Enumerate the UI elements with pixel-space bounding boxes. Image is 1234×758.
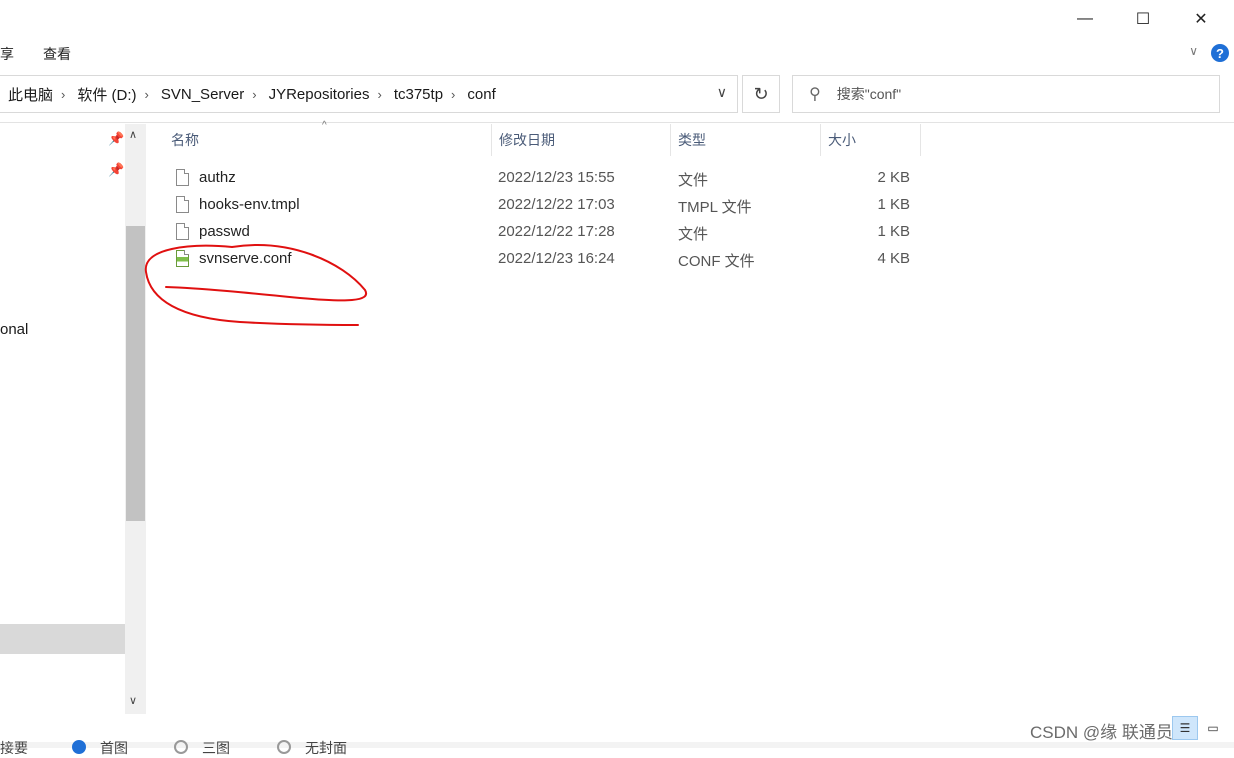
bottom-option-label: 首图 bbox=[100, 740, 128, 756]
ribbon-tab-view[interactable]: 查看 bbox=[43, 44, 71, 64]
chevron-right-icon[interactable]: › bbox=[373, 87, 385, 102]
file-icon bbox=[176, 223, 189, 240]
breadcrumb-jyrepositories[interactable]: JYRepositories bbox=[261, 86, 374, 103]
file-name: authz bbox=[199, 169, 236, 186]
help-icon[interactable]: ? bbox=[1211, 44, 1229, 62]
file-icon bbox=[176, 196, 189, 213]
file-size: 1 KB bbox=[877, 196, 910, 213]
minimize-button[interactable]: — bbox=[1062, 0, 1108, 38]
conf-file-icon bbox=[176, 250, 189, 267]
file-name: passwd bbox=[199, 223, 250, 240]
pin-icon[interactable]: 📌 bbox=[108, 162, 124, 178]
ribbon-tab-share[interactable]: 享 bbox=[0, 44, 14, 64]
radio-button[interactable] bbox=[277, 740, 291, 754]
breadcrumb-drive-d[interactable]: 软件 (D:) bbox=[69, 84, 140, 105]
file-type: TMPL 文件 bbox=[678, 199, 752, 216]
column-divider[interactable] bbox=[920, 124, 921, 156]
maximize-button[interactable]: ☐ bbox=[1120, 0, 1166, 38]
file-type: 文件 bbox=[678, 172, 709, 189]
nav-scrollbar-thumb[interactable] bbox=[126, 226, 145, 521]
toolbar-divider bbox=[0, 122, 1234, 123]
address-bar[interactable]: 此电脑 › 软件 (D:) › SVN_Server › JYRepositor… bbox=[0, 75, 738, 113]
close-button[interactable]: ✕ bbox=[1178, 0, 1224, 38]
bottom-option-label: 三图 bbox=[202, 740, 230, 756]
bottom-option-label: 接要 bbox=[0, 740, 28, 756]
file-size: 4 KB bbox=[877, 250, 910, 267]
refresh-icon: ↻ bbox=[753, 83, 769, 104]
column-header-size[interactable]: 大小 bbox=[820, 124, 920, 156]
radio-button-selected[interactable] bbox=[72, 740, 86, 754]
file-modified: 2022/12/23 15:55 bbox=[498, 169, 615, 186]
breadcrumb-tc375tp[interactable]: tc375tp bbox=[386, 86, 447, 103]
file-type: 文件 bbox=[678, 226, 709, 243]
refresh-button[interactable]: ↻ bbox=[742, 75, 780, 113]
large-icons-view-button[interactable]: ▭ bbox=[1200, 716, 1226, 740]
details-view-icon: ☰ bbox=[1179, 721, 1191, 735]
chevron-right-icon[interactable]: › bbox=[57, 87, 69, 102]
nav-item-partial[interactable]: onal bbox=[0, 321, 28, 338]
file-size: 2 KB bbox=[877, 169, 910, 186]
scroll-up-icon[interactable]: ∧ bbox=[129, 128, 137, 141]
file-type: CONF 文件 bbox=[678, 253, 755, 270]
column-header-type[interactable]: 类型 bbox=[670, 124, 820, 156]
file-icon bbox=[176, 169, 189, 186]
breadcrumb-conf[interactable]: conf bbox=[459, 86, 499, 103]
file-modified: 2022/12/22 17:28 bbox=[498, 223, 615, 240]
scroll-down-icon[interactable]: ∨ bbox=[129, 694, 137, 707]
search-input[interactable] bbox=[834, 85, 1179, 103]
file-row-hooks-env[interactable]: hooks-env.tmpl 2022/12/22 17:03 TMPL 文件 … bbox=[162, 192, 920, 219]
column-header-name[interactable]: 名称 bbox=[163, 124, 491, 156]
search-icon: ⚲ bbox=[809, 86, 821, 103]
radio-button[interactable] bbox=[174, 740, 188, 754]
file-row-authz[interactable]: authz 2022/12/23 15:55 文件 2 KB bbox=[162, 165, 920, 192]
chevron-right-icon[interactable]: › bbox=[248, 87, 260, 102]
file-name: hooks-env.tmpl bbox=[199, 196, 300, 213]
large-icons-view-icon: ▭ bbox=[1207, 721, 1219, 735]
file-modified: 2022/12/23 16:24 bbox=[498, 250, 615, 267]
chevron-right-icon[interactable]: › bbox=[447, 87, 459, 102]
ribbon-expand-icon[interactable]: ∨ bbox=[1189, 44, 1198, 58]
file-name: svnserve.conf bbox=[199, 250, 292, 267]
details-view-button[interactable]: ☰ bbox=[1172, 716, 1198, 740]
file-modified: 2022/12/22 17:03 bbox=[498, 196, 615, 213]
file-row-passwd[interactable]: passwd 2022/12/22 17:28 文件 1 KB bbox=[162, 219, 920, 246]
search-box[interactable]: ⚲ bbox=[792, 75, 1220, 113]
chevron-down-icon[interactable]: ∨ bbox=[717, 84, 727, 101]
pin-icon[interactable]: 📌 bbox=[108, 131, 124, 147]
column-header-modified[interactable]: 修改日期 bbox=[491, 124, 670, 156]
csdn-watermark: CSDN @缘 联通员工 bbox=[1030, 723, 1190, 742]
breadcrumb-svn-server[interactable]: SVN_Server bbox=[153, 86, 248, 103]
chevron-right-icon[interactable]: › bbox=[141, 87, 153, 102]
breadcrumb-this-pc[interactable]: 此电脑 bbox=[0, 84, 57, 105]
file-row-svnserve-conf[interactable]: svnserve.conf 2022/12/23 16:24 CONF 文件 4… bbox=[162, 246, 920, 273]
file-size: 1 KB bbox=[877, 223, 910, 240]
nav-item-selected[interactable] bbox=[0, 624, 125, 654]
bottom-option-label: 无封面 bbox=[305, 740, 347, 756]
